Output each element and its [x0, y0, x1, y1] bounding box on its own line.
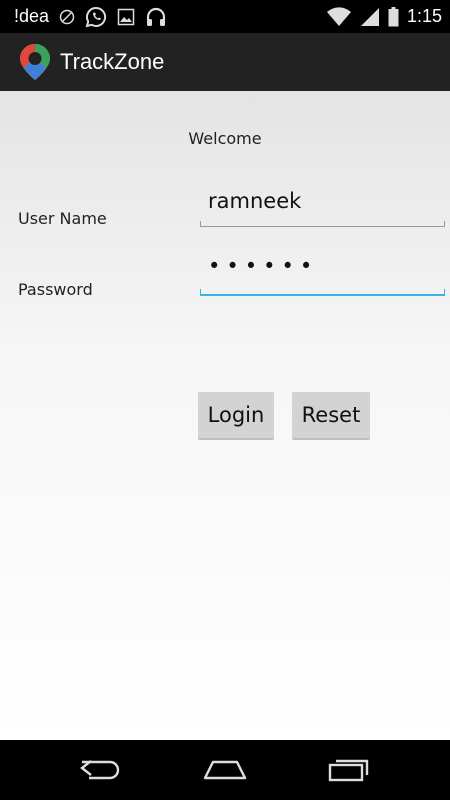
back-button[interactable]	[56, 740, 146, 800]
image-icon	[117, 8, 135, 25]
username-underline	[200, 221, 445, 227]
carrier-name: !dea	[14, 6, 50, 26]
signal-icon	[360, 7, 379, 26]
navigation-bar	[0, 740, 450, 800]
login-button[interactable]: Login	[198, 392, 274, 440]
status-bar: !dea 1:15	[0, 0, 450, 33]
status-left: !dea	[14, 0, 167, 33]
app-title: TrackZone	[60, 49, 165, 74]
app-logo-icon[interactable]	[18, 43, 52, 81]
home-icon	[203, 760, 247, 780]
recent-apps-icon	[328, 759, 369, 782]
status-right: 1:15	[326, 0, 442, 33]
headphones-icon	[146, 7, 166, 26]
password-value: ••••••	[208, 254, 319, 278]
home-button[interactable]	[180, 740, 270, 800]
reset-button[interactable]: Reset	[292, 392, 370, 440]
login-screen: Welcome User Name ramneek Password •••••…	[0, 91, 450, 740]
battery-icon	[388, 6, 399, 26]
welcome-text: Welcome	[188, 129, 262, 148]
username-value: ramneek	[208, 189, 302, 213]
wifi-icon	[326, 6, 351, 26]
password-underline	[200, 289, 445, 296]
username-field[interactable]: ramneek	[200, 187, 445, 227]
whatsapp-icon	[85, 6, 107, 27]
back-icon	[80, 760, 120, 780]
password-label: Password	[18, 280, 93, 299]
clock: 1:15	[406, 6, 442, 26]
action-bar: TrackZone	[0, 33, 450, 91]
sync-off-icon	[59, 9, 75, 24]
username-label: User Name	[18, 209, 107, 228]
password-field[interactable]: ••••••	[200, 254, 445, 296]
recent-apps-button[interactable]	[304, 740, 394, 800]
